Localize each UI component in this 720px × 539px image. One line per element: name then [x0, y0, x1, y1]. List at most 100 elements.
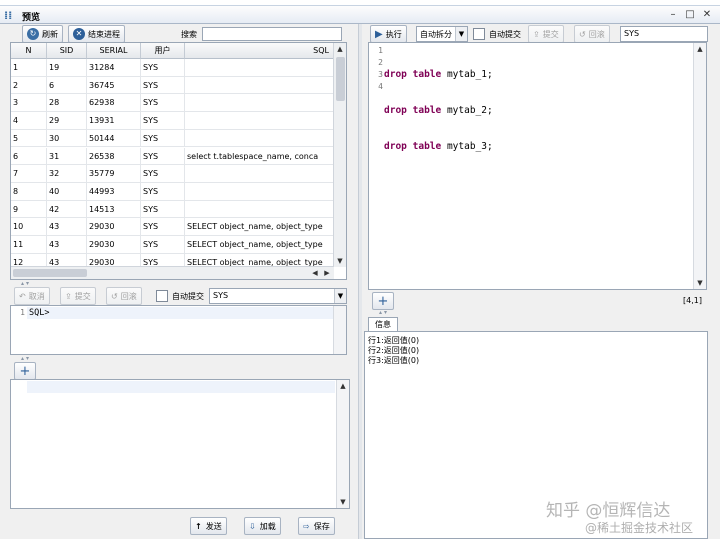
line-gutter: 1 2 3 4 — [369, 43, 385, 289]
info-line: 行1:返回值(0) — [368, 336, 420, 345]
add-editor-button[interactable]: + — [372, 292, 394, 310]
col-header-sid[interactable]: SID — [47, 43, 87, 59]
vertical-splitter[interactable] — [358, 24, 362, 539]
cell-user: SYS — [141, 182, 185, 200]
console-prompt: SQL> — [29, 308, 50, 318]
commit-button[interactable]: ⇪ 提交 — [60, 287, 96, 305]
editor-scrollbar[interactable]: ▲ ▼ — [693, 43, 706, 289]
add-button[interactable]: + — [14, 362, 36, 380]
table-row[interactable]: 6 31 26538 SYS select t.tablespace_name,… — [11, 147, 334, 166]
cancel-button[interactable]: ↶ 取消 — [14, 287, 50, 305]
output-area[interactable]: ▲ ▼ — [10, 379, 350, 509]
output-scrollbar[interactable]: ▲ ▼ — [336, 380, 349, 508]
col-header-n[interactable]: N — [11, 43, 47, 59]
cell-sql — [185, 129, 334, 147]
search-input[interactable] — [202, 27, 342, 41]
rollback-button-right[interactable]: ↺ 回滚 — [574, 25, 610, 43]
send-button[interactable]: ↑ 发送 — [190, 517, 227, 535]
cell-sid: 32 — [47, 165, 87, 182]
cell-n: 5 — [11, 129, 47, 147]
cell-user: SYS — [141, 112, 185, 129]
scroll-thumb[interactable] — [13, 269, 87, 277]
cell-sql — [185, 112, 334, 129]
cell-sql — [185, 59, 334, 76]
col-header-serial[interactable]: SERIAL — [87, 43, 141, 59]
identifier: mytab_1; — [441, 69, 493, 80]
load-label: 加载 — [259, 521, 276, 531]
scroll-down-icon[interactable]: ▼ — [337, 496, 349, 508]
kill-process-button[interactable]: ✕ 结束进程 — [68, 25, 125, 43]
rollback-button[interactable]: ↺ 回滚 — [106, 287, 142, 305]
table-row[interactable]: 8 40 44993 SYS — [11, 182, 334, 201]
keyword: drop — [384, 105, 407, 116]
load-button[interactable]: ⇩ 加载 — [244, 517, 281, 535]
upload-icon: ⇪ — [533, 29, 540, 39]
cell-serial: 14513 — [87, 200, 141, 218]
minimize-icon[interactable]: – — [666, 8, 680, 22]
split-mode-select[interactable]: 自动拆分 ▼ — [416, 26, 468, 42]
grid-vertical-scrollbar[interactable]: ▲ ▼ — [333, 43, 346, 267]
close-icon[interactable]: ✕ — [700, 8, 714, 22]
table-row[interactable]: 3 28 62938 SYS — [11, 94, 334, 113]
scroll-down-icon[interactable]: ▼ — [694, 277, 706, 289]
scroll-up-icon[interactable]: ▲ — [334, 43, 346, 55]
auto-commit-checkbox[interactable] — [156, 290, 168, 302]
code-area[interactable]: drop table mytab_1; drop table mytab_2; … — [384, 45, 493, 213]
console-scrollbar[interactable] — [333, 306, 346, 354]
execute-button[interactable]: ▶ 执行 — [370, 25, 407, 43]
col-header-user[interactable]: 用户 — [141, 43, 185, 59]
keyword: table — [412, 69, 442, 80]
sql-editor[interactable]: 1 2 3 4 drop table mytab_1; drop table m… — [368, 42, 707, 290]
auto-commit-checkbox-right[interactable] — [473, 28, 485, 40]
identifier: mytab_3; — [441, 141, 493, 152]
schema-select-right[interactable]: SYS — [620, 26, 708, 42]
code-line: drop table mytab_3; — [384, 141, 493, 153]
schema-value: SYS — [213, 291, 229, 300]
col-header-sql[interactable]: SQL — [185, 43, 334, 59]
identifier: mytab_2; — [441, 105, 493, 116]
cell-serial: 13931 — [87, 112, 141, 129]
table-row[interactable]: 5 30 50144 SYS — [11, 129, 334, 148]
maximize-icon[interactable]: □ — [683, 8, 697, 22]
table-row[interactable]: 4 29 13931 SYS — [11, 112, 334, 130]
tab-info[interactable]: 信息 — [368, 317, 398, 332]
grid-horizontal-scrollbar[interactable]: ◀ ▶ — [11, 266, 334, 279]
save-button[interactable]: ⇨ 保存 — [298, 517, 335, 535]
refresh-button[interactable]: ↻ 刷新 — [22, 25, 63, 43]
cell-user: SYS — [141, 236, 185, 253]
splitter-handle[interactable]: ▴ ▾ — [368, 310, 398, 316]
cancel-label: 取消 — [28, 291, 45, 301]
commit-button-right[interactable]: ⇪ 提交 — [528, 25, 564, 43]
sql-console[interactable]: 1 SQL> — [10, 305, 347, 355]
scroll-down-icon[interactable]: ▼ — [334, 255, 346, 267]
table-row[interactable]: 10 43 29030 SYS SELECT object_name, obje… — [11, 218, 334, 236]
keyword: table — [412, 105, 442, 116]
cell-user: SYS — [141, 59, 185, 76]
scroll-left-icon[interactable]: ◀ — [309, 267, 321, 279]
rollback-icon: ↺ — [579, 29, 586, 39]
scroll-thumb[interactable] — [336, 57, 345, 101]
cell-sql: SELECT object_name, object_type — [185, 236, 334, 253]
scroll-up-icon[interactable]: ▲ — [337, 380, 349, 392]
table-row[interactable]: 1 19 31284 SYS — [11, 59, 334, 77]
table-row[interactable]: 11 43 29030 SYS SELECT object_name, obje… — [11, 236, 334, 254]
session-grid[interactable]: N SID SERIAL 用户 SQL 1 19 31284 SYS 2 6 3… — [10, 42, 347, 280]
cell-user: SYS — [141, 129, 185, 147]
upload-icon: ⇪ — [65, 291, 72, 301]
refresh-label: 刷新 — [42, 29, 58, 39]
kill-process-label: 结束进程 — [88, 29, 120, 39]
table-row[interactable]: 7 32 35779 SYS — [11, 165, 334, 183]
undo-icon: ↶ — [19, 291, 26, 301]
line-gutter — [11, 380, 27, 508]
title-bar — [0, 6, 720, 24]
cursor-position: [4,1] — [683, 296, 702, 305]
chevron-down-icon[interactable]: ▼ — [334, 289, 346, 303]
current-line-highlight — [27, 381, 335, 393]
schema-select[interactable]: SYS ▼ — [209, 288, 347, 304]
table-row[interactable]: 2 6 36745 SYS — [11, 76, 334, 95]
chevron-down-icon[interactable]: ▼ — [455, 27, 467, 41]
scroll-up-icon[interactable]: ▲ — [694, 43, 706, 55]
scroll-right-icon[interactable]: ▶ — [321, 267, 333, 279]
table-row[interactable]: 9 42 14513 SYS — [11, 200, 334, 219]
auto-commit-label-right: 自动提交 — [489, 30, 521, 39]
